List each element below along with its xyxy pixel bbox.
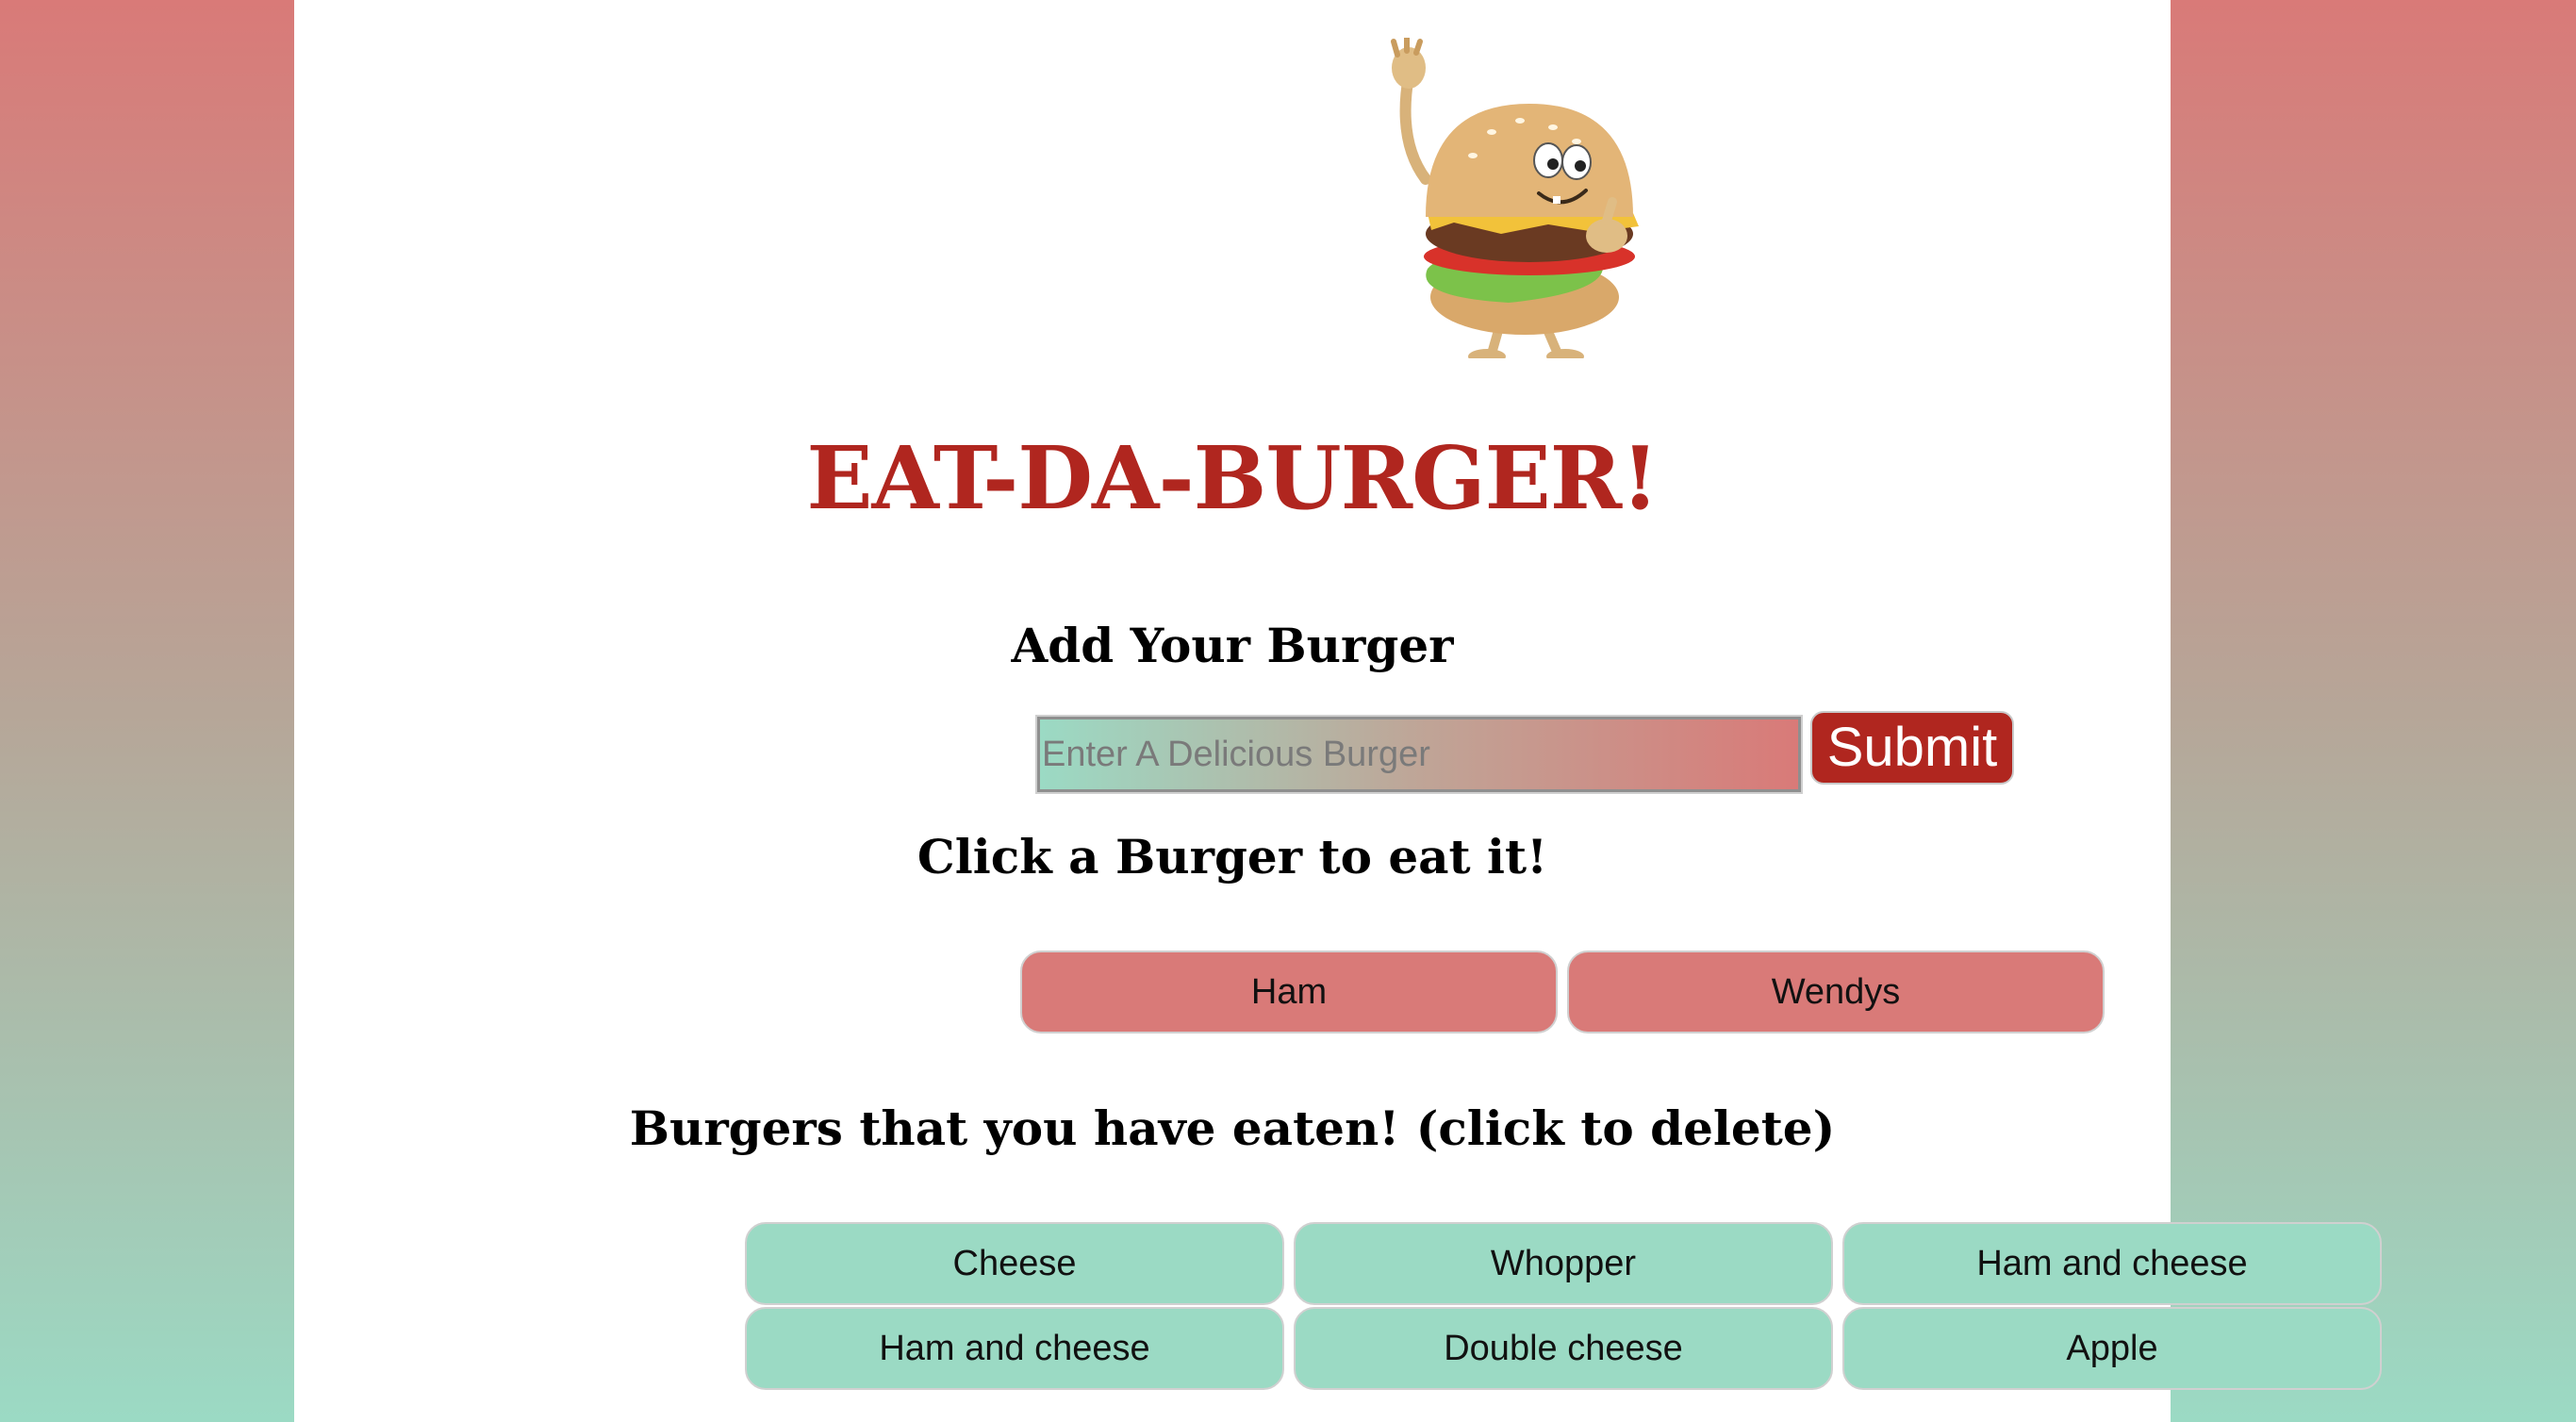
uneaten-burger-button[interactable]: Wendys bbox=[1567, 951, 2105, 1033]
eaten-burger-button[interactable]: Ham and cheese bbox=[745, 1307, 1284, 1390]
eaten-burger-button[interactable]: Double cheese bbox=[1294, 1307, 1833, 1390]
eaten-burger-button[interactable]: Apple bbox=[1842, 1307, 2382, 1390]
burger-mascot-icon bbox=[1391, 38, 1639, 358]
uneaten-burgers-list: Ham Wendys bbox=[1020, 951, 2110, 1033]
eaten-burgers-heading: Burgers that you have eaten! (click to d… bbox=[629, 1100, 1836, 1156]
burger-name-input[interactable] bbox=[1035, 715, 1803, 794]
uneaten-burger-button[interactable]: Ham bbox=[1020, 951, 1558, 1033]
add-burger-heading: Add Your Burger bbox=[1011, 618, 1454, 673]
eaten-burgers-list: Cheese Whopper Ham and cheese Ham and ch… bbox=[745, 1222, 2382, 1390]
eaten-burger-button[interactable]: Ham and cheese bbox=[1842, 1222, 2382, 1305]
page-container: EAT-DA-BURGER! Add Your Burger Submit Cl… bbox=[294, 0, 2382, 1422]
eaten-burger-button[interactable]: Cheese bbox=[745, 1222, 1284, 1305]
eaten-burger-button[interactable]: Whopper bbox=[1294, 1222, 1833, 1305]
submit-button[interactable]: Submit bbox=[1810, 711, 2014, 785]
uneaten-burgers-heading: Click a Burger to eat it! bbox=[916, 829, 1548, 885]
page-title: EAT-DA-BURGER! bbox=[806, 427, 1659, 529]
